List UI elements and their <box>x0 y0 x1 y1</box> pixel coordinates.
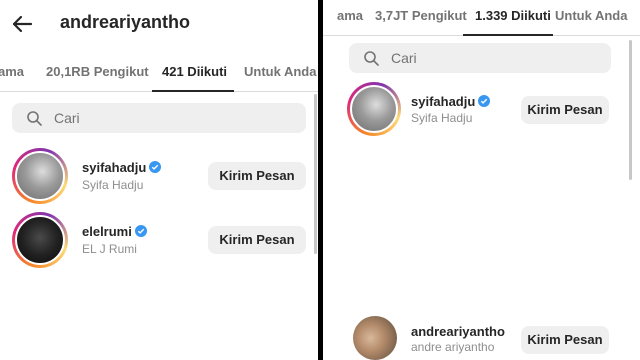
search-placeholder: Cari <box>54 110 80 126</box>
profile-username: andreariyantho <box>60 12 191 32</box>
list-item[interactable]: elelrumi EL J Rumi Kirim Pesan <box>0 212 318 272</box>
send-message-button[interactable]: Kirim Pesan <box>208 226 306 254</box>
list-item-username[interactable]: andreariyantho <box>411 324 505 339</box>
list-item[interactable]: syifahadju Syifa Hadju Kirim Pesan <box>0 148 318 208</box>
list-item-fullname: Syifa Hadju <box>82 178 144 192</box>
list-item[interactable]: andreariyantho andre ariyantho Kirim Pes… <box>323 312 640 360</box>
tab-bar: ama 3,7JT Pengikut 1.339 Diikuti Untuk A… <box>323 0 640 36</box>
tab-for-you[interactable]: Untuk Anda <box>555 8 627 23</box>
tab-bar: ama 20,1RB Pengikut 421 Diikuti Untuk An… <box>0 56 318 92</box>
list-item-username[interactable]: syifahadju <box>82 160 162 175</box>
send-message-button[interactable]: Kirim Pesan <box>208 162 306 190</box>
avatar[interactable] <box>353 316 397 360</box>
tab-bersama[interactable]: ama <box>337 8 363 23</box>
scrollbar[interactable] <box>314 94 317 254</box>
right-screenshot-panel: ama 3,7JT Pengikut 1.339 Diikuti Untuk A… <box>323 0 640 360</box>
list-item-fullname: Syifa Hadju <box>411 111 473 125</box>
list-item-fullname: andre ariyantho <box>411 340 495 354</box>
tab-bersama[interactable]: ama <box>0 64 24 79</box>
active-tab-indicator <box>152 90 234 92</box>
avatar[interactable] <box>347 82 401 136</box>
search-input[interactable]: Cari <box>12 103 306 133</box>
list-item-fullname: EL J Rumi <box>82 242 137 256</box>
verified-icon <box>478 95 491 107</box>
tab-followers[interactable]: 20,1RB Pengikut <box>46 64 149 79</box>
list-item-username[interactable]: elelrumi <box>82 224 147 239</box>
tab-followers[interactable]: 3,7JT Pengikut <box>375 8 467 23</box>
avatar[interactable] <box>12 212 68 268</box>
list-item[interactable]: syifahadju Syifa Hadju Kirim Pesan <box>323 82 640 142</box>
search-icon <box>27 111 42 126</box>
search-icon <box>364 51 379 66</box>
tab-following[interactable]: 421 Diikuti <box>162 64 227 79</box>
list-item-username[interactable]: syifahadju <box>411 94 491 109</box>
tab-for-you[interactable]: Untuk Anda <box>244 64 316 79</box>
left-screenshot-panel: andreariyantho ama 20,1RB Pengikut 421 D… <box>0 0 318 360</box>
send-message-button[interactable]: Kirim Pesan <box>521 326 609 354</box>
search-placeholder: Cari <box>391 50 417 66</box>
avatar[interactable] <box>12 148 68 204</box>
back-arrow-icon[interactable] <box>10 12 34 36</box>
verified-icon <box>134 225 147 237</box>
active-tab-indicator <box>463 34 553 36</box>
search-input[interactable]: Cari <box>349 43 611 73</box>
tab-following[interactable]: 1.339 Diikuti <box>475 8 551 23</box>
send-message-button[interactable]: Kirim Pesan <box>521 96 609 124</box>
scrollbar[interactable] <box>629 40 632 180</box>
profile-header: andreariyantho <box>0 0 318 48</box>
verified-icon <box>149 161 162 173</box>
